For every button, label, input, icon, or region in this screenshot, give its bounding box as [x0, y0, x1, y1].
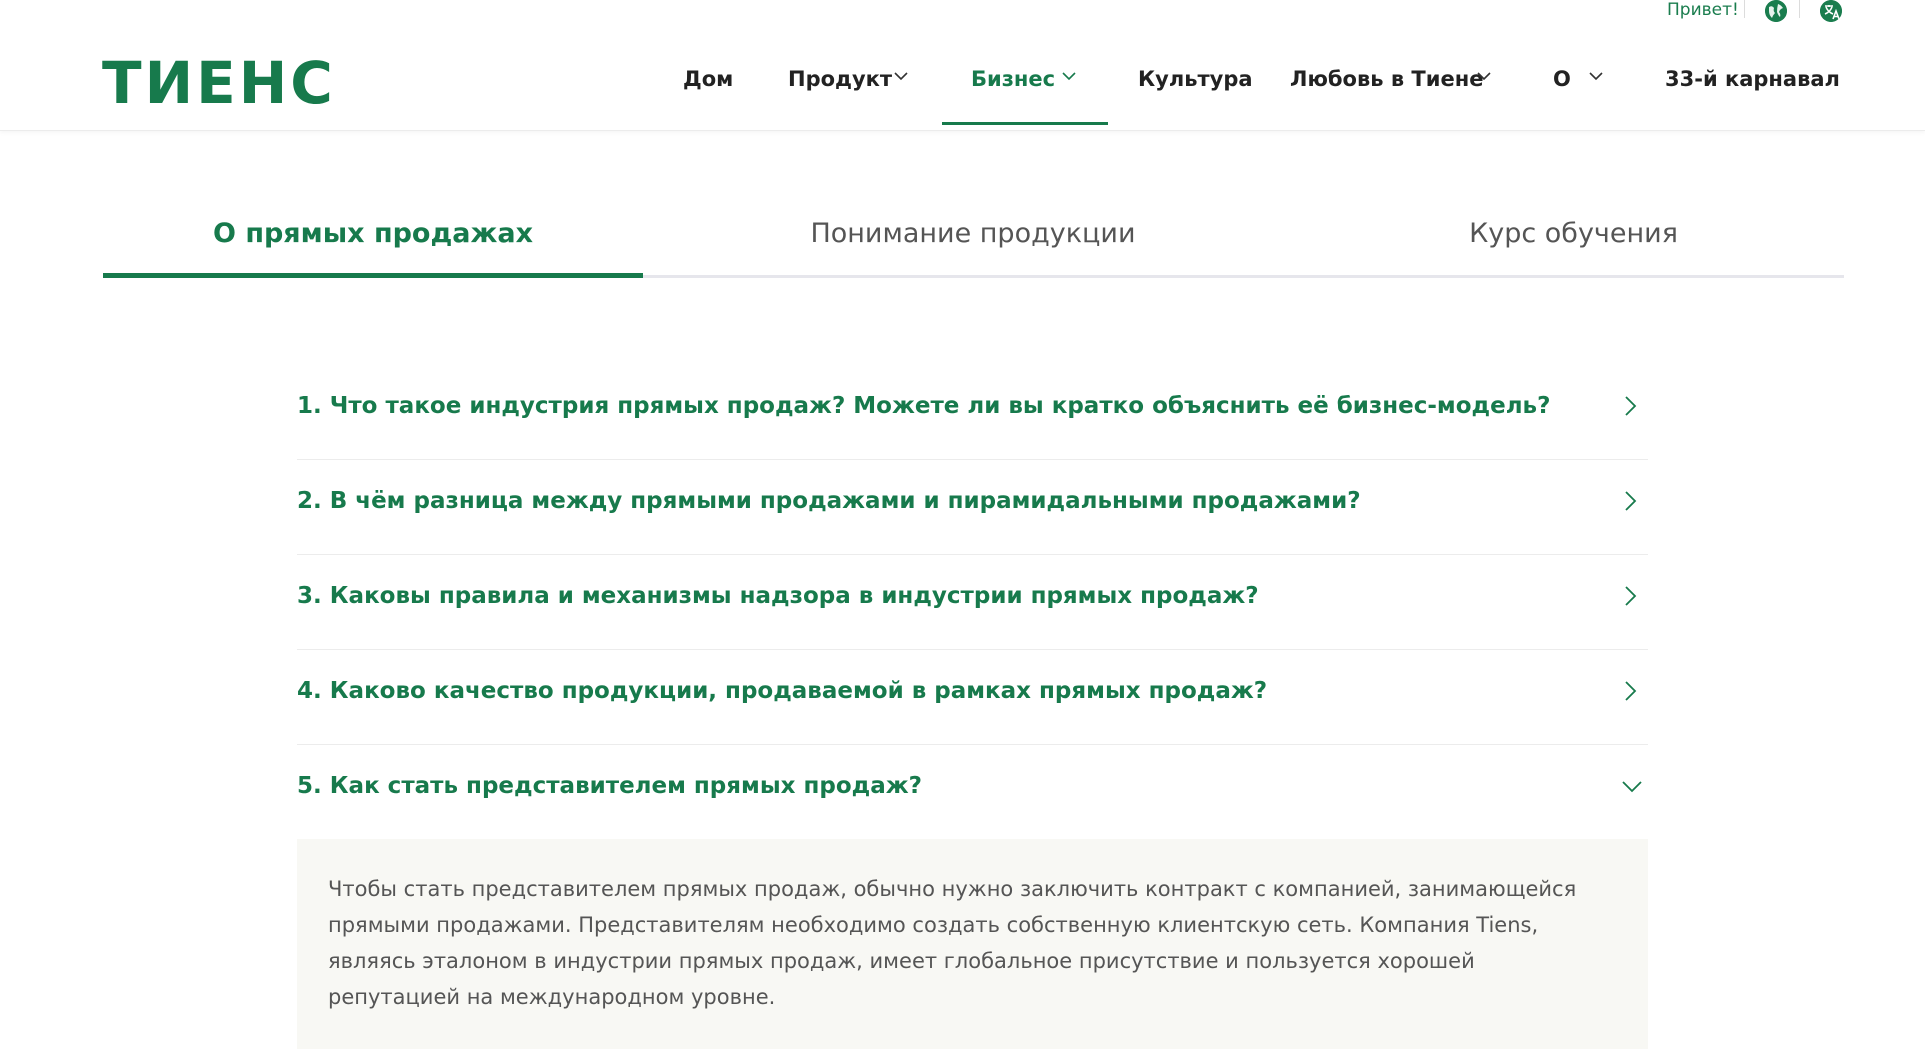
- chevron-right-icon[interactable]: [1620, 585, 1640, 607]
- chevron-right-icon[interactable]: [1620, 490, 1640, 512]
- chevron-down-icon[interactable]: [1477, 71, 1491, 81]
- site-header: Привет! ТИЕНС Дом Продукт Бизнес Культур…: [0, 0, 1925, 131]
- chevron-down-icon[interactable]: [1620, 775, 1642, 797]
- faq-question[interactable]: 1. Что такое индустрия прямых продаж? Мо…: [297, 390, 1550, 422]
- tab-active-indicator: [103, 273, 643, 278]
- faq-answer-text: Чтобы стать представителем прямых продаж…: [328, 877, 1577, 1009]
- nav-love-in-tiens[interactable]: Любовь в Тиене: [1290, 62, 1483, 102]
- nav-home[interactable]: Дом: [683, 62, 733, 102]
- faq-list: 1. Что такое индустрия прямых продаж? Мо…: [297, 365, 1648, 1049]
- nav-active-indicator: [942, 122, 1108, 125]
- chevron-down-icon[interactable]: [1589, 71, 1603, 81]
- chevron-down-icon[interactable]: [894, 71, 908, 81]
- faq-item[interactable]: 2. В чём разница между прямыми продажами…: [297, 460, 1648, 555]
- faq-item[interactable]: 1. Что такое индустрия прямых продаж? Мо…: [297, 365, 1648, 460]
- greeting-link[interactable]: Привет!: [1667, 0, 1739, 20]
- nav-culture[interactable]: Культура: [1138, 62, 1253, 102]
- site-logo[interactable]: ТИЕНС: [102, 50, 336, 116]
- topbar-divider: [1744, 0, 1745, 18]
- topbar-divider: [1799, 0, 1800, 18]
- faq-item[interactable]: 4. Каково качество продукции, продаваемо…: [297, 650, 1648, 745]
- faq-item-expanded[interactable]: 5. Как стать представителем прямых прода…: [297, 745, 1648, 839]
- nav-product[interactable]: Продукт: [788, 62, 892, 102]
- tab-training-course[interactable]: Курс обучения: [1303, 212, 1844, 262]
- tab-product-understanding[interactable]: Понимание продукции: [703, 212, 1243, 262]
- faq-question[interactable]: 5. Как стать представителем прямых прода…: [297, 770, 922, 802]
- faq-question[interactable]: 2. В чём разница между прямыми продажами…: [297, 485, 1361, 517]
- faq-question[interactable]: 4. Каково качество продукции, продаваемо…: [297, 675, 1267, 707]
- chevron-right-icon[interactable]: [1620, 680, 1640, 702]
- chevron-down-icon[interactable]: [1062, 71, 1076, 81]
- nav-about[interactable]: О: [1553, 62, 1571, 102]
- faq-item[interactable]: 3. Каковы правила и механизмы надзора в …: [297, 555, 1648, 650]
- chevron-right-icon[interactable]: [1620, 395, 1640, 417]
- globe-icon[interactable]: [1765, 0, 1787, 22]
- topbar: Привет!: [0, 0, 1925, 22]
- tab-direct-sales[interactable]: О прямых продажах: [103, 212, 643, 262]
- faq-question[interactable]: 3. Каковы правила и механизмы надзора в …: [297, 580, 1259, 612]
- translate-icon[interactable]: [1820, 0, 1842, 22]
- nav-carnival[interactable]: 33-й карнавал: [1665, 62, 1840, 102]
- nav-business[interactable]: Бизнес: [971, 62, 1055, 102]
- faq-answer-panel: Чтобы стать представителем прямых продаж…: [297, 839, 1648, 1049]
